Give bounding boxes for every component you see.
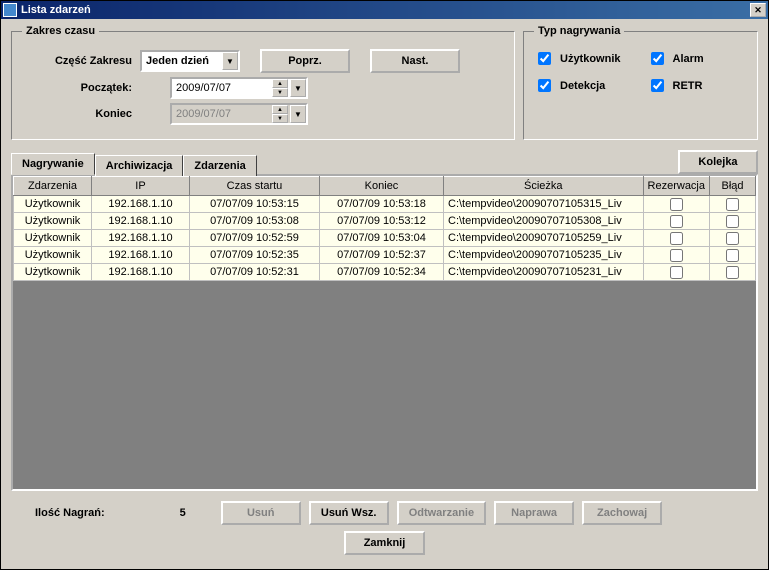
cell-ip: 192.168.1.10: [92, 196, 190, 213]
error-checkbox[interactable]: [726, 266, 739, 279]
detect-checkbox[interactable]: Detekcja: [534, 76, 635, 95]
prev-button[interactable]: Poprz.: [260, 49, 350, 73]
range-part-input[interactable]: [142, 53, 222, 69]
cell-event: Użytkownik: [14, 230, 92, 247]
end-date-field: [172, 106, 272, 122]
cell-event: Użytkownik: [14, 264, 92, 281]
cell-path: C:\tempvideo\20090707105235_Liv: [444, 247, 644, 264]
alarm-check-input[interactable]: [651, 52, 664, 65]
reserve-checkbox[interactable]: [670, 215, 683, 228]
user-checkbox[interactable]: Użytkownik: [534, 49, 635, 68]
close-button[interactable]: Zamknij: [344, 531, 426, 555]
cell-end: 07/07/09 10:52:34: [320, 264, 444, 281]
col-reserve[interactable]: Rezerwacja: [643, 177, 709, 196]
cell-path: C:\tempvideo\20090707105231_Liv: [444, 264, 644, 281]
cell-end: 07/07/09 10:53:04: [320, 230, 444, 247]
tab-archiving[interactable]: Archiwizacja: [95, 155, 184, 176]
col-end[interactable]: Koniec: [320, 177, 444, 196]
cell-event: Użytkownik: [14, 213, 92, 230]
error-checkbox[interactable]: [726, 249, 739, 262]
cell-ip: 192.168.1.10: [92, 213, 190, 230]
start-date-input[interactable]: ▲▼ ▼: [170, 77, 308, 99]
cell-start: 07/07/09 10:52:31: [190, 264, 320, 281]
col-ip[interactable]: IP: [92, 177, 190, 196]
error-checkbox[interactable]: [726, 232, 739, 245]
table-row[interactable]: Użytkownik192.168.1.1007/07/09 10:53:080…: [14, 213, 756, 230]
table-row[interactable]: Użytkownik192.168.1.1007/07/09 10:52:350…: [14, 247, 756, 264]
cell-start: 07/07/09 10:53:08: [190, 213, 320, 230]
cell-path: C:\tempvideo\20090707105259_Liv: [444, 230, 644, 247]
user-check-input[interactable]: [538, 52, 551, 65]
window-title: Lista zdarzeń: [21, 4, 91, 16]
cell-start: 07/07/09 10:53:15: [190, 196, 320, 213]
reserve-checkbox[interactable]: [670, 266, 683, 279]
cell-event: Użytkownik: [14, 196, 92, 213]
queue-button[interactable]: Kolejka: [678, 150, 758, 174]
col-error[interactable]: Błąd: [710, 177, 756, 196]
range-part-label: Część Zakresu: [22, 55, 132, 67]
recording-type-legend: Typ nagrywania: [534, 25, 624, 37]
tab-events[interactable]: Zdarzenia: [183, 155, 256, 176]
recording-count-value: 5: [153, 507, 213, 519]
end-date-drop-icon: ▼: [290, 105, 306, 123]
cell-event: Użytkownik: [14, 247, 92, 264]
time-range-group: Zakres czasu Część Zakresu ▼ Poprz. Nast…: [11, 25, 515, 140]
end-date-spinner: ▲▼: [272, 105, 288, 123]
table-row[interactable]: Użytkownik192.168.1.1007/07/09 10:52:590…: [14, 230, 756, 247]
table-empty-area: [13, 281, 756, 489]
titlebar: Lista zdarzeń ✕: [1, 1, 768, 19]
repair-button[interactable]: Naprawa: [494, 501, 574, 525]
cell-start: 07/07/09 10:52:35: [190, 247, 320, 264]
recording-count-label: Ilość Nagrań:: [35, 507, 105, 519]
error-checkbox[interactable]: [726, 198, 739, 211]
col-start[interactable]: Czas startu: [190, 177, 320, 196]
col-event[interactable]: Zdarzenia: [14, 177, 92, 196]
play-button[interactable]: Odtwarzanie: [397, 501, 486, 525]
event-list-window: Lista zdarzeń ✕ Zakres czasu Część Zakre…: [0, 0, 769, 570]
recording-type-group: Typ nagrywania Użytkownik Alarm Detekcja…: [523, 25, 758, 140]
start-date-field[interactable]: [172, 80, 272, 96]
start-date-drop-icon[interactable]: ▼: [290, 79, 306, 97]
start-date-spinner[interactable]: ▲▼: [272, 79, 288, 97]
reserve-checkbox[interactable]: [670, 249, 683, 262]
end-label: Koniec: [22, 108, 132, 120]
cell-ip: 192.168.1.10: [92, 230, 190, 247]
close-icon[interactable]: ✕: [750, 3, 766, 17]
range-part-combo[interactable]: ▼: [140, 50, 240, 72]
time-range-legend: Zakres czasu: [22, 25, 99, 37]
detect-check-input[interactable]: [538, 79, 551, 92]
table-row[interactable]: Użytkownik192.168.1.1007/07/09 10:53:150…: [14, 196, 756, 213]
chevron-down-icon[interactable]: ▼: [222, 52, 238, 70]
cell-start: 07/07/09 10:52:59: [190, 230, 320, 247]
retr-checkbox[interactable]: RETR: [647, 76, 748, 95]
reserve-checkbox[interactable]: [670, 232, 683, 245]
cell-path: C:\tempvideo\20090707105308_Liv: [444, 213, 644, 230]
start-label: Początek:: [22, 82, 132, 94]
save-button[interactable]: Zachowaj: [582, 501, 662, 525]
retr-check-input[interactable]: [651, 79, 664, 92]
cell-end: 07/07/09 10:53:12: [320, 213, 444, 230]
recordings-table-container: Zdarzenia IP Czas startu Koniec Ścieżka …: [11, 174, 758, 491]
error-checkbox[interactable]: [726, 215, 739, 228]
cell-ip: 192.168.1.10: [92, 247, 190, 264]
cell-ip: 192.168.1.10: [92, 264, 190, 281]
delete-button[interactable]: Usuń: [221, 501, 301, 525]
end-date-input: ▲▼ ▼: [170, 103, 308, 125]
alarm-checkbox[interactable]: Alarm: [647, 49, 748, 68]
delete-all-button[interactable]: Usuń Wsz.: [309, 501, 389, 525]
recordings-table: Zdarzenia IP Czas startu Koniec Ścieżka …: [13, 176, 756, 281]
col-path[interactable]: Ścieżka: [444, 177, 644, 196]
cell-path: C:\tempvideo\20090707105315_Liv: [444, 196, 644, 213]
table-row[interactable]: Użytkownik192.168.1.1007/07/09 10:52:310…: [14, 264, 756, 281]
tab-recording[interactable]: Nagrywanie: [11, 153, 95, 175]
tabs: Nagrywanie Archiwizacja Zdarzenia: [11, 153, 257, 174]
app-icon: [3, 3, 17, 17]
next-button[interactable]: Nast.: [370, 49, 460, 73]
reserve-checkbox[interactable]: [670, 198, 683, 211]
cell-end: 07/07/09 10:52:37: [320, 247, 444, 264]
cell-end: 07/07/09 10:53:18: [320, 196, 444, 213]
